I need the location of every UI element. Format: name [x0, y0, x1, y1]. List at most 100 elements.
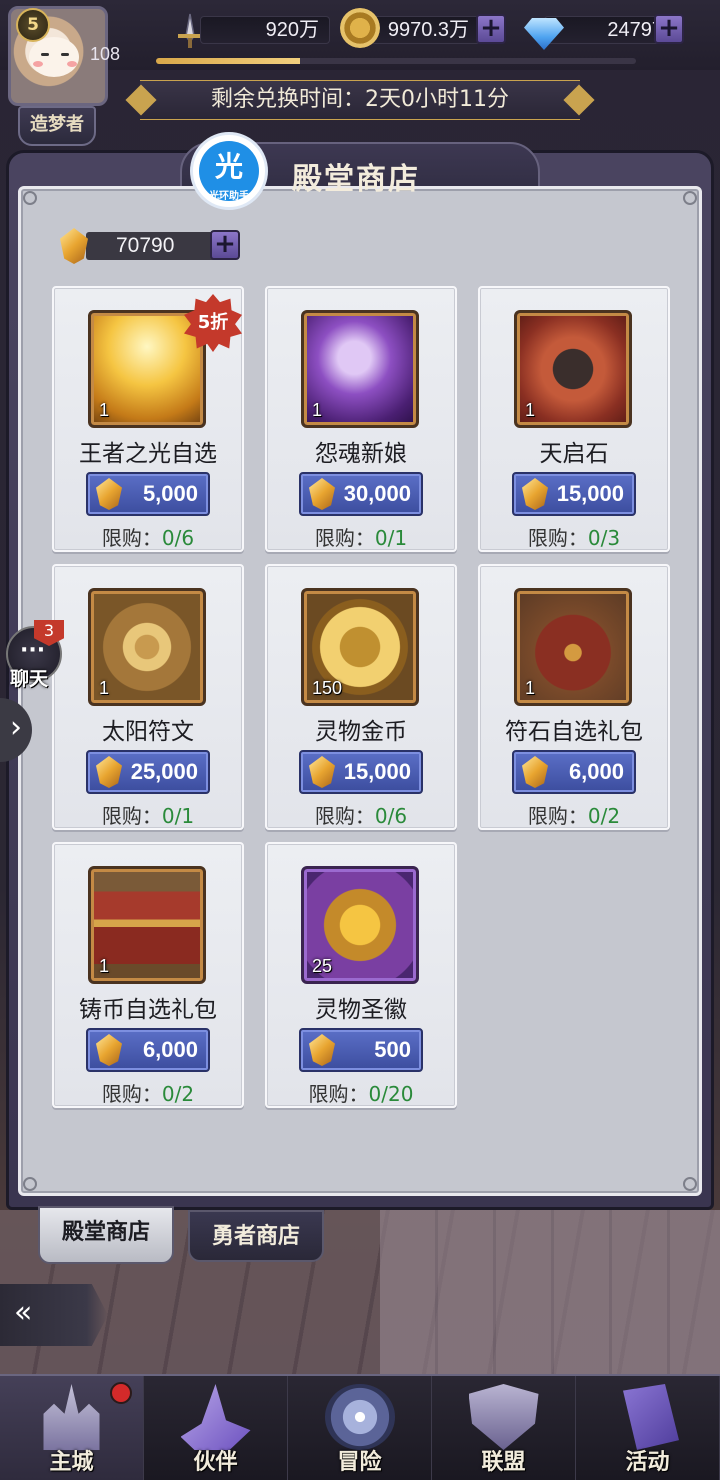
purchase-limit: 限购：0/3	[527, 526, 621, 550]
item-quantity: 1	[99, 956, 110, 976]
buy-button[interactable]: 15,000	[512, 472, 636, 516]
back-arrow-icon: «	[14, 1295, 33, 1330]
nav-label: 主城	[49, 1449, 94, 1475]
amber-crystal-icon	[309, 756, 335, 788]
nav-main-city[interactable]: 主城	[0, 1376, 144, 1480]
buy-button[interactable]: 15,000	[299, 750, 423, 794]
exchange-time-remaining: 剩余兑换时间：2天0小时11分	[140, 80, 580, 120]
avatar-face	[29, 37, 79, 77]
shop-item-card[interactable]: 150 灵物金币 15,000 限购：0/6	[265, 564, 457, 830]
nav-events[interactable]: 活动	[576, 1376, 720, 1480]
purchase-limit: 限购：0/6	[101, 526, 195, 550]
shop-item-card[interactable]: 1 天启石 15,000 限购：0/3	[478, 286, 670, 552]
item-name: 灵物圣徽	[315, 997, 407, 1023]
shop-title: 殿堂商店	[292, 162, 420, 197]
diamond-icon	[524, 18, 564, 50]
purchase-limit: 限购：0/1	[314, 526, 408, 550]
purchase-limit: 限购：0/2	[527, 804, 621, 828]
amber-crystal-icon	[309, 1034, 335, 1066]
power-resource: 920万	[170, 12, 330, 48]
shop-item-card[interactable]: 1 怨魂新娘 30,000 限购：0/1	[265, 286, 457, 552]
diamond-resource: 24797 +	[524, 12, 694, 50]
gold-coin-icon	[340, 8, 380, 48]
buy-button[interactable]: 30,000	[299, 472, 423, 516]
app-logo: 光 光环助手	[190, 132, 268, 210]
item-quantity: 1	[99, 400, 110, 420]
purchase-limit: 限购：0/2	[101, 1082, 195, 1106]
wizard-hat-icon	[180, 1384, 251, 1450]
buy-button[interactable]: 25,000	[86, 750, 210, 794]
amber-crystal-icon	[522, 478, 548, 510]
shield-icon	[468, 1384, 539, 1450]
tab-hero-shop[interactable]: 勇者商店	[188, 1210, 324, 1262]
shop-item-card[interactable]: 25 灵物圣徽 500 限购：0/20	[265, 842, 457, 1108]
player-power-value: 108	[90, 44, 121, 64]
logo-caption: 光环助手	[209, 191, 249, 202]
diamond-add-button[interactable]: +	[654, 14, 684, 44]
item-thumbnail: 1	[88, 310, 206, 428]
gold-add-button[interactable]: +	[476, 14, 506, 44]
avatar-eye-left	[41, 53, 49, 56]
item-price: 15,000	[556, 481, 624, 506]
item-name: 符石自选礼包	[505, 719, 643, 745]
power-amount: 920万	[200, 16, 330, 44]
buy-button[interactable]: 6,000	[512, 750, 636, 794]
background-floor-tiles	[380, 1210, 720, 1375]
back-button[interactable]: «	[0, 1284, 108, 1346]
item-quantity: 1	[525, 400, 536, 420]
item-name: 铸币自选礼包	[79, 997, 217, 1023]
shop-currency-add-button[interactable]: +	[210, 230, 240, 260]
notification-dot	[110, 1382, 132, 1404]
purchase-limit: 限购：0/1	[101, 804, 195, 828]
gold-resource: 9970.3万 +	[340, 8, 510, 48]
amber-crystal-icon	[60, 228, 88, 264]
purchase-limit: 限购：0/6	[314, 804, 408, 828]
avatar-cheek-left	[33, 61, 43, 67]
item-price: 30,000	[343, 481, 411, 506]
amber-crystal-icon	[96, 478, 122, 510]
item-price: 5,000	[142, 481, 198, 506]
chat-button[interactable]: 3 聊天	[2, 620, 64, 696]
nav-label: 联盟	[481, 1449, 526, 1475]
item-name: 太阳符文	[102, 719, 194, 745]
amber-crystal-icon	[96, 1034, 122, 1066]
shop-item-card[interactable]: 1 符石自选礼包 6,000 限购：0/2	[478, 564, 670, 830]
item-name: 怨魂新娘	[315, 441, 407, 467]
item-thumbnail: 1	[88, 588, 206, 706]
nav-partners[interactable]: 伙伴	[144, 1376, 288, 1480]
shop-item-card[interactable]: 1 铸币自选礼包 6,000 限购：0/2	[52, 842, 244, 1108]
item-quantity: 1	[312, 400, 323, 420]
amber-crystal-icon	[96, 756, 122, 788]
nav-alliance[interactable]: 联盟	[432, 1376, 576, 1480]
nav-adventure[interactable]: 冒险	[288, 1376, 432, 1480]
tab-hall-shop[interactable]: 殿堂商店	[38, 1206, 174, 1264]
player-title-badge[interactable]: 造梦者	[18, 106, 96, 146]
bottom-nav: 主城 伙伴 冒险 联盟 活动	[0, 1374, 720, 1480]
nav-label: 伙伴	[193, 1449, 238, 1475]
buy-button[interactable]: 5,000	[86, 472, 210, 516]
item-name: 灵物金币	[315, 719, 407, 745]
buy-button[interactable]: 500	[299, 1028, 423, 1072]
item-quantity: 150	[312, 678, 343, 698]
item-price: 15,000	[343, 759, 411, 784]
purchase-limit: 限购：0/20	[308, 1082, 414, 1106]
item-quantity: 1	[99, 678, 110, 698]
player-level-badge: 5	[16, 8, 50, 42]
item-price: 6,000	[568, 759, 624, 784]
amber-crystal-icon	[309, 478, 335, 510]
nav-label: 活动	[625, 1449, 670, 1475]
item-name: 天启石	[539, 441, 609, 467]
item-name: 王者之光自选	[79, 441, 217, 467]
avatar-cheek-right	[67, 61, 77, 67]
buy-button[interactable]: 6,000	[86, 1028, 210, 1072]
item-thumbnail: 150	[301, 588, 419, 706]
item-thumbnail: 1	[88, 866, 206, 984]
nav-label: 冒险	[337, 1449, 382, 1475]
chat-label: 聊天	[10, 668, 49, 690]
item-quantity: 1	[525, 678, 536, 698]
amber-crystal-icon	[522, 756, 548, 788]
item-thumbnail: 1	[514, 310, 632, 428]
shop-item-card[interactable]: 1 5折 王者之光自选 5,000 限购：0/6	[52, 286, 244, 552]
item-quantity: 25	[312, 956, 333, 976]
shop-item-card[interactable]: 1 太阳符文 25,000 限购：0/1	[52, 564, 244, 830]
